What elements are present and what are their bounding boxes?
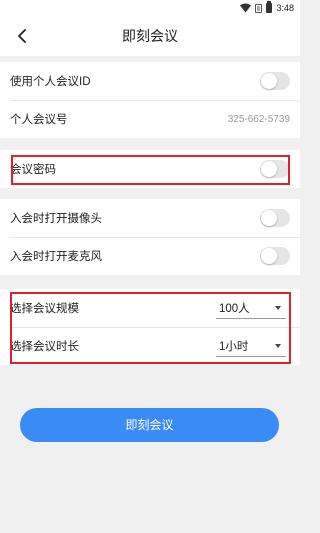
- start-meeting-button[interactable]: 即刻会议: [20, 408, 279, 442]
- duration-select-value: 1小时: [219, 340, 249, 353]
- personal-id-label: 使用个人会议ID: [10, 76, 91, 88]
- dropdown-arrow-icon: [275, 305, 281, 310]
- password-row: 会议密码: [0, 150, 300, 188]
- meeting-number-label: 个人会议号: [10, 114, 68, 126]
- status-icons: 3:48: [240, 1, 294, 14]
- scale-select[interactable]: 100人: [216, 297, 286, 319]
- personal-id-row: 使用个人会议ID: [0, 62, 300, 100]
- password-label: 会议密码: [10, 164, 56, 176]
- sim-card-icon: [255, 3, 263, 13]
- duration-row: 选择会议时长 1小时: [0, 327, 300, 365]
- battery-icon: [266, 1, 273, 13]
- password-toggle[interactable]: [260, 160, 290, 178]
- scale-select-value: 100人: [219, 302, 250, 315]
- microphone-label: 入会时打开麦克风: [10, 251, 102, 263]
- camera-row: 入会时打开摄像头: [0, 199, 300, 237]
- meeting-number-row: 个人会议号 325-662-5739: [0, 100, 300, 138]
- toggle-knob: [261, 248, 277, 264]
- toggle-knob: [261, 161, 277, 177]
- microphone-row: 入会时打开麦克风: [0, 237, 300, 275]
- status-bar: 3:48: [0, 0, 300, 16]
- meeting-number-value: 325-662-5739: [227, 113, 290, 125]
- duration-select[interactable]: 1小时: [216, 335, 286, 357]
- wifi-icon: [240, 3, 252, 13]
- meeting-options-section: 选择会议规模 100人 选择会议时长 1小时: [0, 289, 300, 365]
- personal-id-section: 使用个人会议ID 个人会议号 325-662-5739: [0, 62, 300, 138]
- dropdown-arrow-icon: [275, 343, 281, 348]
- camera-label: 入会时打开摄像头: [10, 213, 102, 225]
- personal-id-toggle[interactable]: [260, 72, 290, 90]
- toggle-knob: [261, 73, 277, 89]
- microphone-toggle[interactable]: [260, 247, 290, 265]
- camera-toggle[interactable]: [260, 209, 290, 227]
- password-section: 会议密码: [0, 150, 300, 188]
- toggle-knob: [261, 210, 277, 226]
- page-title: 即刻会议: [122, 28, 178, 44]
- status-time: 3:48: [276, 3, 294, 13]
- scale-row: 选择会议规模 100人: [0, 289, 300, 327]
- media-section: 入会时打开摄像头 入会时打开麦克风: [0, 199, 300, 275]
- app-header: 即刻会议: [0, 16, 300, 56]
